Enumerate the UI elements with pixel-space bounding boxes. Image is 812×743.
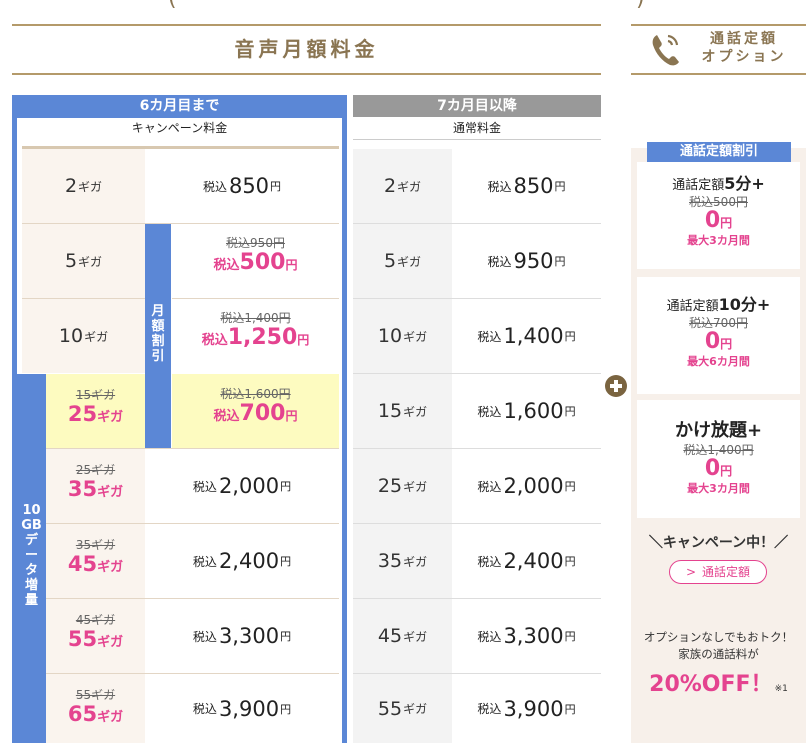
option-title-text: 通話定額 オプション <box>701 31 787 65</box>
plus-icon <box>605 375 627 397</box>
page-title: 音声月額料金 <box>234 37 379 61</box>
normal-price-10: 税込 1,400 円 <box>477 324 576 348</box>
option-item-unlimited: かけ放題+ 税込1,400円 0円 最大3カ月間 <box>637 400 800 518</box>
campaign-price-2: 税込 850 円 <box>202 174 282 198</box>
campaign-plan-2: 2 ギガ <box>22 149 145 223</box>
campaign-price-10: 税込1,400円 税込1,250円 <box>201 311 310 350</box>
campaign-plan-5: 5 ギガ <box>22 224 145 298</box>
campaign-price-55: 税込 3,900 円 <box>192 696 292 721</box>
campaign-plan-55: 45ギガ 55ギガ <box>46 599 145 673</box>
row-line <box>172 298 339 299</box>
right-parenthesis: ) <box>636 0 645 11</box>
off-text: 20%OFF！ ※1 <box>649 672 788 697</box>
campaign-price-5: 税込950円 税込500円 <box>213 236 298 275</box>
normal-plan-45: 45 ギガ <box>353 599 452 673</box>
campaign-price-25: 税込 2,000 円 <box>192 474 292 498</box>
normal-price-15: 税込 1,600 円 <box>477 399 576 423</box>
normal-price-55: 税込 3,900 円 <box>477 696 576 721</box>
normal-subheader: 通常料金 <box>353 118 601 140</box>
normal-price-5: 税込 950 円 <box>487 249 566 273</box>
campaign-price-35: 税込 2,400 円 <box>192 549 292 573</box>
normal-plan-10: 10 ギガ <box>353 299 452 373</box>
campaign-note: ＼キャンペーン中！／ <box>648 535 789 551</box>
normal-plan-5: 5 ギガ <box>353 224 452 298</box>
normal-header: 7カ月目以降 <box>437 98 517 114</box>
normal-price-2: 税込 850 円 <box>487 174 566 198</box>
campaign-subheader: キャンペーン料金 <box>17 118 342 140</box>
normal-price-25: 税込 2,000 円 <box>477 474 576 498</box>
option-title-bottom-rule <box>631 73 806 75</box>
normal-plan-55: 55 ギガ <box>353 674 452 743</box>
campaign-plan-45: 35ギガ 45ギガ <box>46 524 145 598</box>
option-title: 通話定額 オプション <box>631 28 806 72</box>
no-option-text: オプションなしでもおトク！ 家族の通話料が <box>643 630 794 661</box>
campaign-price-15: 税込1,600円 税込700円 <box>172 374 339 448</box>
data-increase-label: 10 GB デ ー タ 増 量 <box>21 503 42 608</box>
campaign-plan-25: 15ギガ 25ギガ <box>46 374 145 448</box>
title-bottom-rule <box>12 73 601 75</box>
left-parenthesis: ( <box>168 0 177 11</box>
normal-plan-25: 25 ギガ <box>353 449 452 523</box>
campaign-plan-35: 25ギガ 35ギガ <box>46 449 145 523</box>
campaign-header: 6カ月目まで <box>139 98 220 114</box>
option-title-top-rule <box>631 24 806 26</box>
chevron-right-icon: > <box>685 565 697 579</box>
option-discount-header: 通話定額割引 <box>647 142 791 162</box>
phone-icon <box>652 34 679 66</box>
campaign-plan-65: 55ギガ 65ギガ <box>46 674 145 743</box>
option-item-10min: 通話定額10分+ 税込700円 0円 最大6カ月間 <box>637 277 800 394</box>
normal-plan-15: 15 ギガ <box>353 374 452 448</box>
normal-plan-2: 2 ギガ <box>353 149 452 223</box>
call-plan-link-button[interactable]: > 通話定額 <box>669 560 767 584</box>
normal-price-45: 税込 3,300 円 <box>477 624 576 648</box>
campaign-price-45: 税込 3,300 円 <box>192 624 292 648</box>
normal-plan-35: 35 ギガ <box>353 524 452 598</box>
option-item-5min: 通話定額5分+ 税込500円 0円 最大3カ月間 <box>637 162 800 269</box>
normal-price-35: 税込 2,400 円 <box>477 549 576 573</box>
campaign-plan-10: 10 ギガ <box>22 299 145 373</box>
monthly-discount-label: 月 額 割 引 <box>151 304 165 364</box>
